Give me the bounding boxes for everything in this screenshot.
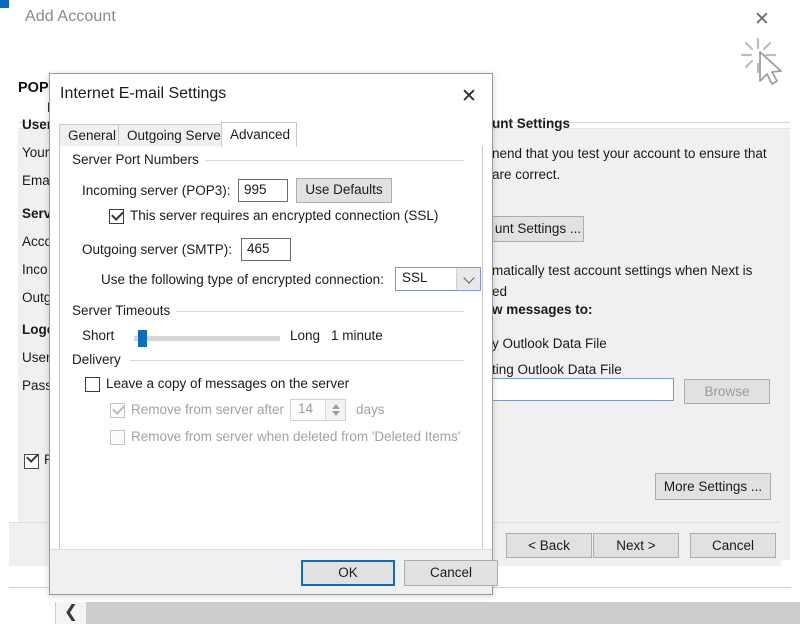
dialog-cancel-button[interactable]: Cancel [404,560,498,586]
remove-after-label: Remove from server after [131,402,284,417]
ssl-required-checkbox[interactable] [109,209,124,224]
remember-password-checkbox[interactable] [24,454,39,469]
server-timeout-slider-thumb[interactable] [138,330,147,347]
tab-general[interactable]: General [59,124,119,146]
field-label-outgoing: Outg [22,290,51,305]
horizontal-scrollbar[interactable] [55,602,800,624]
use-defaults-button[interactable]: Use Defaults [296,178,392,203]
field-label-incoming: Inco [22,262,48,277]
field-label-username: User [22,350,51,365]
ok-button[interactable]: OK [301,560,395,586]
auto-test-label-line1: matically test account settings when Nex… [492,263,752,278]
cursor-arrow-click-icon [738,32,794,88]
tab-strip: General Outgoing Server Advanced [59,122,483,146]
days-unit-label: days [356,402,385,417]
add-account-titlebar: Add Account ✕ [9,0,791,39]
remove-when-deleted-label: Remove from server when deleted from 'De… [131,429,460,444]
group-label-delivery: Delivery [72,352,127,367]
timeout-long-label: Long [290,328,320,343]
dialog-footer: OK Cancel [50,549,492,594]
check-icon [112,402,125,415]
window-accent-chip [0,0,9,8]
test-settings-desc-line2: are correct. [492,167,560,182]
back-button[interactable]: < Back [506,533,592,558]
remove-after-days-value: 14 [298,401,313,416]
new-data-file-option[interactable]: y Outlook Data File [492,336,607,351]
field-label-your-name: Your [22,145,49,160]
test-settings-heading: unt Settings [492,116,570,131]
group-divider-server-port-numbers [196,160,464,161]
timeout-short-label: Short [82,328,114,343]
existing-data-file-option[interactable]: ting Outlook Data File [492,362,622,377]
outgoing-server-port-input[interactable]: 465 [241,238,291,261]
next-button[interactable]: Next > [593,533,679,558]
encryption-type-value: SSL [402,270,428,285]
group-divider-server-timeouts [174,311,464,312]
browse-button[interactable]: Browse [684,379,770,404]
remove-after-days-stepper[interactable]: 14 [290,399,346,421]
spinner-arrows-icon[interactable] [325,400,345,420]
deliver-messages-label: w messages to: [492,302,593,317]
close-icon[interactable]: ✕ [749,6,775,32]
chevron-left-icon[interactable]: ❮ [56,602,86,624]
server-timeout-slider[interactable] [134,336,280,341]
leave-copy-checkbox[interactable] [85,377,100,392]
group-label-server-timeouts: Server Timeouts [72,303,176,318]
remove-after-checkbox[interactable] [110,403,125,418]
field-label-user: User [22,117,52,132]
leave-copy-label: Leave a copy of messages on the server [106,376,349,391]
dialog-titlebar: Internet E-mail Settings ✕ [50,74,492,117]
tab-page-advanced: Server Port Numbers Incoming server (POP… [59,146,483,550]
test-settings-desc-line1: nend that you test your account to ensur… [492,146,767,161]
incoming-server-label: Incoming server (POP3): [82,183,231,198]
group-divider-delivery [130,360,464,361]
dialog-title: Internet E-mail Settings [60,85,226,103]
internet-email-settings-dialog: Internet E-mail Settings ✕ General Outgo… [49,73,493,595]
group-label-server-port-numbers: Server Port Numbers [72,152,205,167]
encryption-type-label: Use the following type of encrypted conn… [101,272,384,287]
outgoing-server-label: Outgoing server (SMTP): [82,242,232,257]
incoming-server-port-input[interactable]: 995 [238,179,288,202]
timeout-value-label: 1 minute [331,328,383,343]
auto-test-label-line2: ed [492,284,507,299]
add-account-title: Add Account [25,8,116,26]
field-label-password: Pass [22,378,52,393]
tab-advanced[interactable]: Advanced [221,122,297,147]
remove-when-deleted-checkbox[interactable] [110,430,125,445]
cancel-button[interactable]: Cancel [690,533,776,558]
tab-outgoing-server[interactable]: Outgoing Server [118,124,222,146]
encryption-type-select[interactable]: SSL [395,267,481,291]
field-label-email: Ema [22,173,50,188]
data-file-path-input[interactable] [492,378,674,401]
close-icon[interactable]: ✕ [456,84,482,108]
field-label-server: Serv [22,206,51,221]
check-icon [111,208,124,221]
more-settings-button[interactable]: More Settings ... [655,473,771,500]
field-label-account-type: Acco [22,234,52,249]
ssl-required-label: This server requires an encrypted connec… [130,208,438,223]
test-account-settings-button[interactable]: unt Settings ... [492,216,584,242]
chevron-down-icon[interactable] [456,268,480,290]
